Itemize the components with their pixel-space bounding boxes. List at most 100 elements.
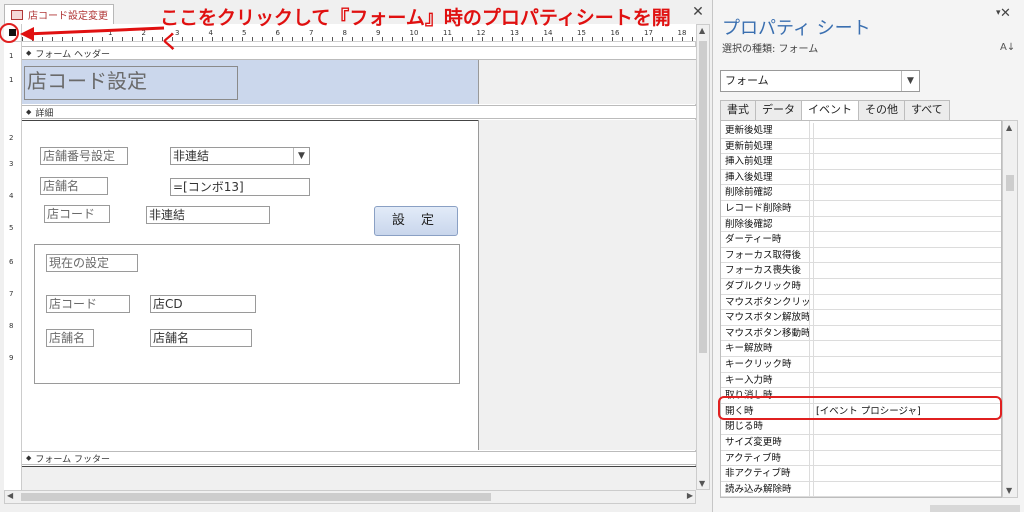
property-value[interactable] <box>813 357 816 372</box>
property-row[interactable]: キークリック時 <box>721 357 1001 373</box>
property-value[interactable] <box>813 466 816 482</box>
store-no-combo-value: 非連結 <box>173 149 210 163</box>
property-row[interactable]: 更新前処理 <box>721 138 1001 155</box>
property-value[interactable] <box>813 154 816 170</box>
property-value[interactable] <box>813 123 816 138</box>
header-title-label[interactable]: 店コード設定 <box>24 66 238 100</box>
ruler-number: 9 <box>9 354 14 362</box>
current-code-textbox[interactable]: 店CD <box>150 295 256 313</box>
property-value[interactable] <box>813 341 816 357</box>
property-name: キー解放時 <box>725 343 773 355</box>
tab-2[interactable]: イベント <box>801 100 859 121</box>
property-value[interactable] <box>813 201 816 216</box>
current-name-textbox[interactable]: 店舗名 <box>150 329 252 347</box>
object-selector[interactable]: フォーム ▼ <box>720 70 920 92</box>
property-row[interactable]: 挿入前処理 <box>721 154 1001 170</box>
property-value[interactable] <box>813 279 816 294</box>
property-grid: 更新後処理 更新前処理 挿入前処理 挿入後処理 削除前確認 レコード削除時 削除後確認 ダーテ… <box>720 120 1002 498</box>
scroll-right-icon[interactable]: ▶ <box>687 491 693 500</box>
chevron-down-icon[interactable]: ▼ <box>293 148 309 164</box>
property-row[interactable]: ダブルクリック時 <box>721 279 1001 295</box>
tab-3[interactable]: その他 <box>858 100 905 120</box>
scroll-thumb[interactable] <box>699 41 707 353</box>
scroll-down-icon[interactable]: ▼ <box>1006 486 1012 495</box>
document-tab[interactable]: 店コード設定変更 <box>4 4 114 24</box>
close-icon[interactable]: ✕ <box>1000 6 1011 21</box>
property-row[interactable]: キー解放時 <box>721 341 1001 357</box>
store-code-textbox[interactable]: 非連結 <box>146 206 270 224</box>
property-row[interactable]: レコード削除時 <box>721 201 1001 217</box>
property-value[interactable] <box>813 294 816 310</box>
close-icon[interactable]: ✕ <box>690 4 706 20</box>
tab-1[interactable]: データ <box>755 100 802 120</box>
property-value[interactable] <box>813 435 816 450</box>
property-value[interactable] <box>813 419 816 435</box>
property-row[interactable]: 削除後確認 <box>721 216 1001 233</box>
property-value[interactable] <box>813 232 816 248</box>
scroll-thumb[interactable] <box>1006 175 1014 191</box>
property-row[interactable]: 削除前確認 <box>721 185 1001 201</box>
property-row[interactable]: 更新後処理 <box>721 123 1001 139</box>
property-value[interactable] <box>813 450 816 466</box>
section-bar-detail[interactable]: ◆ 詳細 <box>22 105 696 119</box>
property-value[interactable] <box>813 247 816 263</box>
current-name-label[interactable]: 店舗名 <box>46 329 94 347</box>
scroll-up-icon[interactable]: ▲ <box>1006 123 1012 132</box>
property-row[interactable]: 閉じる時 <box>721 419 1001 435</box>
scroll-left-icon[interactable]: ◀ <box>7 491 13 500</box>
property-row[interactable]: キー入力時 <box>721 372 1001 389</box>
property-row[interactable]: ダーティー時 <box>721 232 1001 248</box>
scroll-thumb[interactable] <box>21 493 491 501</box>
store-code-label[interactable]: 店コード <box>44 205 110 223</box>
property-scrollbar[interactable]: ▲ ▼ <box>1002 120 1018 498</box>
store-no-combo[interactable]: 非連結 ▼ <box>170 147 310 165</box>
property-value[interactable] <box>813 263 816 279</box>
scroll-down-icon[interactable]: ▼ <box>699 479 705 488</box>
ruler-number: 7 <box>9 290 14 298</box>
sort-icon[interactable]: A↓ <box>1000 42 1015 53</box>
store-no-label[interactable]: 店舗番号設定 <box>40 147 128 165</box>
current-code-label[interactable]: 店コード <box>46 295 130 313</box>
annotation-highlight-box <box>718 396 1002 420</box>
property-row[interactable]: フォーカス喪失後 <box>721 263 1001 279</box>
property-row[interactable]: マウスボタン解放時 <box>721 310 1001 326</box>
property-value[interactable] <box>813 216 816 232</box>
property-tabs: 書式 データ イベント その他 すべて <box>720 100 950 121</box>
property-value[interactable] <box>813 325 816 341</box>
property-row[interactable]: 読み込み解除時 <box>721 481 1001 497</box>
property-value[interactable] <box>813 138 816 154</box>
property-row[interactable]: 非アクティブ時 <box>721 466 1001 482</box>
store-name-label[interactable]: 店舗名 <box>40 177 108 195</box>
property-name: 読み込み解除時 <box>725 483 792 495</box>
property-row[interactable]: サイズ変更時 <box>721 435 1001 451</box>
form-footer-area[interactable] <box>22 466 696 490</box>
horizontal-scrollbar[interactable]: ◀ ▶ <box>4 490 696 504</box>
property-row[interactable]: マウスボタンクリック時 <box>721 294 1001 311</box>
property-name: マウスボタン解放時 <box>725 312 809 324</box>
property-value[interactable] <box>813 372 816 388</box>
chevron-down-icon[interactable]: ▼ <box>901 71 919 91</box>
set-button[interactable]: 設 定 <box>374 206 458 236</box>
section-label: フォーム フッター <box>35 454 110 465</box>
property-value[interactable] <box>813 481 816 497</box>
property-row[interactable]: アクティブ時 <box>721 450 1001 467</box>
property-value[interactable] <box>813 169 816 185</box>
form-icon <box>11 9 23 20</box>
property-value[interactable] <box>813 185 816 201</box>
ruler-number: 4 <box>9 192 14 200</box>
property-row[interactable]: フォーカス取得後 <box>721 247 1001 264</box>
property-name: 非アクティブ時 <box>725 468 791 480</box>
property-value[interactable] <box>813 310 816 326</box>
store-name-textbox[interactable]: =[コンボ13] <box>170 178 310 196</box>
property-row[interactable]: 挿入後処理 <box>721 169 1001 186</box>
scroll-up-icon[interactable]: ▲ <box>699 26 705 35</box>
property-row[interactable]: マウスボタン移動時 <box>721 325 1001 342</box>
tab-4[interactable]: すべて <box>904 100 950 120</box>
current-settings-label[interactable]: 現在の設定 <box>46 254 138 272</box>
tab-0[interactable]: 書式 <box>720 100 756 120</box>
property-name: フォーカス取得後 <box>725 249 802 261</box>
property-name: マウスボタン移動時 <box>725 327 809 339</box>
vertical-scrollbar[interactable]: ▲ ▼ <box>696 24 710 490</box>
section-bar-form-footer[interactable]: ◆ フォーム フッター <box>22 451 696 465</box>
detail-empty <box>478 120 696 450</box>
